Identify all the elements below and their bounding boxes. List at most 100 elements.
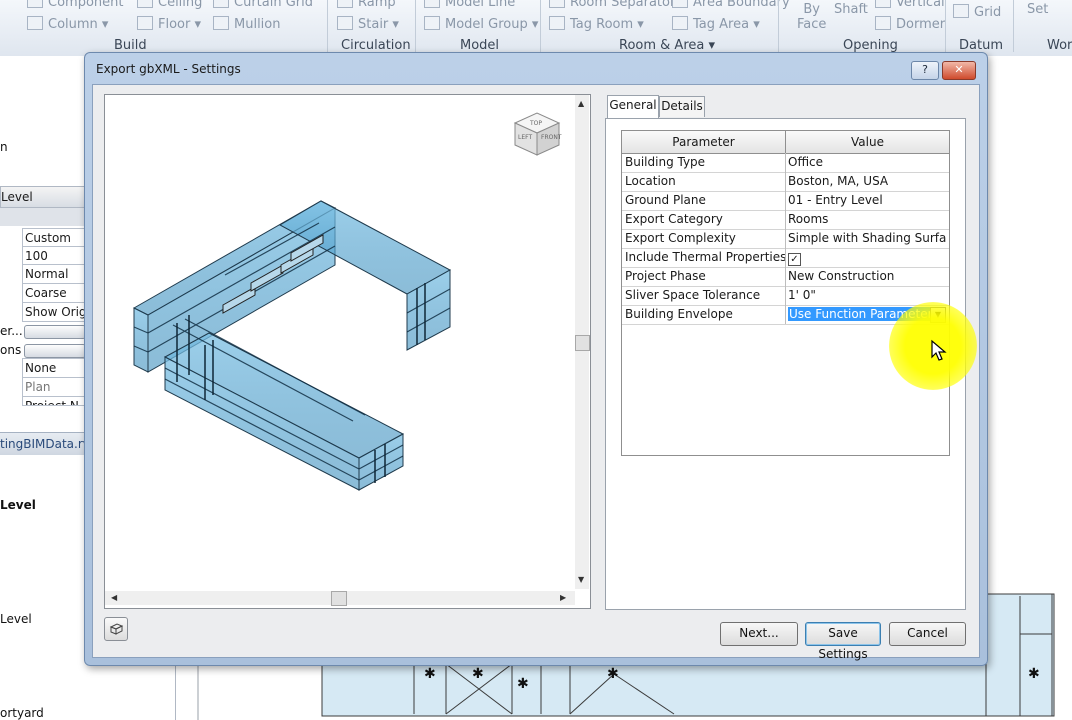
property-value[interactable]: Coarse [22, 283, 86, 303]
ribbon-column-button[interactable]: Column ▾ [27, 16, 108, 32]
model-group-icon [424, 16, 440, 30]
next-button[interactable]: Next... [720, 622, 798, 646]
property-label: ons [0, 343, 22, 357]
property-value[interactable]: None [22, 358, 86, 378]
parameter-name: Building Envelope [622, 305, 786, 324]
floor-icon [137, 16, 153, 30]
scroll-down-icon[interactable]: ▼ [578, 575, 584, 584]
property-value[interactable]: Normal [22, 264, 86, 284]
ribbon-set-button[interactable]: Set [1027, 2, 1048, 17]
table-row[interactable]: Include Thermal Properties ✓ [622, 248, 949, 268]
tab-details[interactable]: Details [659, 96, 705, 117]
ribbon-grid-button[interactable]: Grid [953, 4, 1001, 20]
column-header-value[interactable]: Value [786, 131, 949, 154]
table-row[interactable]: Sliver Space Tolerance 1' 0" [622, 286, 949, 306]
edit-button[interactable] [24, 325, 86, 339]
help-button[interactable]: ? [911, 61, 939, 80]
project-file-name: tingBIMData.rvt [0, 437, 95, 451]
ribbon-area-boundary-button[interactable]: Area Boundary [672, 0, 790, 10]
parameter-value[interactable]: Simple with Shading Surfa [786, 229, 948, 248]
table-row[interactable]: Export Category Rooms [622, 210, 949, 230]
parameter-value[interactable]: Boston, MA, USA [786, 172, 948, 191]
property-value[interactable]: Plan [22, 377, 86, 397]
table-row[interactable]: Ground Plane 01 - Entry Level [622, 191, 949, 211]
ribbon-separator [778, 0, 779, 52]
ribbon-model-group-button[interactable]: Model Group ▾ [424, 16, 538, 32]
ribbon-dormer-button[interactable]: Dormer [875, 16, 945, 32]
horizontal-scroll-thumb[interactable] [331, 591, 347, 606]
parameter-value[interactable]: 01 - Entry Level [786, 191, 948, 210]
ribbon-separator [327, 0, 328, 52]
parameter-table: Parameter Value Building Type Office Loc… [621, 130, 950, 456]
ribbon-tag-area-button[interactable]: Tag Area ▾ [672, 16, 760, 32]
ribbon-separator [415, 0, 416, 52]
ribbon-group-room-area[interactable]: Room & Area ▾ [619, 38, 715, 53]
stair-icon [337, 16, 353, 30]
vertical-icon [875, 0, 891, 8]
cube-icon [109, 623, 124, 635]
ribbon-room-separator-button[interactable]: Room Separator [549, 0, 675, 10]
cancel-button[interactable]: Cancel [889, 622, 966, 646]
svg-text:✱: ✱ [607, 666, 619, 682]
room-separator-icon [549, 0, 565, 8]
vertical-scrollbar[interactable]: ▲ ▼ [575, 95, 590, 589]
property-value[interactable]: Project N [22, 396, 86, 406]
parameter-value[interactable]: Office [786, 153, 948, 172]
panel-label: n [0, 140, 8, 154]
ribbon-separator [1013, 0, 1014, 52]
scroll-left-icon[interactable]: ◀ [111, 593, 117, 602]
grid-icon [953, 4, 969, 18]
horizontal-scrollbar[interactable]: ◀ ▶ [105, 591, 575, 606]
ribbon-tag-room-button[interactable]: Tag Room ▾ [549, 16, 644, 32]
ramp-icon [337, 0, 353, 8]
column-header-parameter[interactable]: Parameter [622, 131, 786, 154]
parameter-name: Building Type [622, 153, 786, 172]
ribbon-separator [945, 0, 946, 52]
parameter-value[interactable]: ✓ [786, 248, 948, 267]
vertical-scroll-thumb[interactable] [575, 335, 590, 351]
ribbon-ramp-button[interactable]: Ramp [337, 0, 396, 10]
table-row[interactable]: Location Boston, MA, USA [622, 172, 949, 192]
edit-button[interactable] [24, 344, 86, 358]
table-row[interactable]: Project Phase New Construction [622, 267, 949, 287]
preview-3d-view[interactable]: TOP LEFT FRONT ▲ ▼ ◀ ▶ [104, 94, 591, 609]
ribbon-component-button[interactable]: Component [27, 0, 123, 10]
ribbon-curtain-grid-button[interactable]: Curtain Grid [213, 0, 313, 10]
ribbon-group-build: Build [114, 38, 147, 53]
property-value[interactable]: Custom [22, 228, 86, 248]
ribbon-floor-button[interactable]: Floor ▾ [137, 16, 201, 32]
tab-general[interactable]: General [607, 95, 659, 118]
parameter-name: Export Category [622, 210, 786, 229]
ribbon-ceiling-button[interactable]: Ceiling [137, 0, 202, 10]
ribbon-model-line-button[interactable]: Model Line [424, 0, 515, 10]
viewcube: TOP LEFT FRONT [513, 112, 562, 156]
ribbon-shaft-button[interactable]: Shaft [834, 2, 868, 17]
table-row[interactable]: Building Type Office [622, 153, 949, 173]
3d-view-button[interactable] [104, 617, 128, 641]
ribbon-by-face-button[interactable]: By Face [797, 2, 826, 32]
type-selector-label: Level [1, 190, 33, 204]
property-value[interactable]: Show Orig [22, 302, 86, 322]
browser-node-level[interactable]: Level [0, 612, 32, 626]
ribbon-group-datum: Datum [959, 38, 1003, 53]
column-icon [27, 16, 43, 30]
close-button[interactable]: ✕ [942, 61, 976, 80]
scroll-up-icon[interactable]: ▲ [578, 99, 584, 108]
type-selector[interactable]: Level [0, 186, 86, 208]
save-settings-button[interactable]: Save Settings [805, 622, 881, 661]
parameter-value[interactable]: New Construction [786, 267, 948, 286]
parameter-name: Project Phase [622, 267, 786, 286]
property-value[interactable]: 100 [22, 246, 86, 266]
browser-node-level[interactable]: Level [0, 498, 36, 512]
ribbon-group-work: Wor [1047, 38, 1072, 53]
ribbon-mullion-button[interactable]: Mullion [213, 16, 280, 32]
thermal-properties-checkbox[interactable]: ✓ [788, 253, 801, 266]
model-line-icon [424, 0, 440, 8]
viewcube-left-label: LEFT [518, 134, 532, 141]
scroll-right-icon[interactable]: ▶ [560, 593, 566, 602]
table-row[interactable]: Export Complexity Simple with Shading Su… [622, 229, 949, 249]
ribbon-stair-button[interactable]: Stair ▾ [337, 16, 399, 32]
parameter-value[interactable]: Rooms [786, 210, 948, 229]
ribbon-vertical-button[interactable]: Vertical [875, 0, 945, 10]
browser-node-courtyard[interactable]: ortyard [0, 706, 44, 720]
